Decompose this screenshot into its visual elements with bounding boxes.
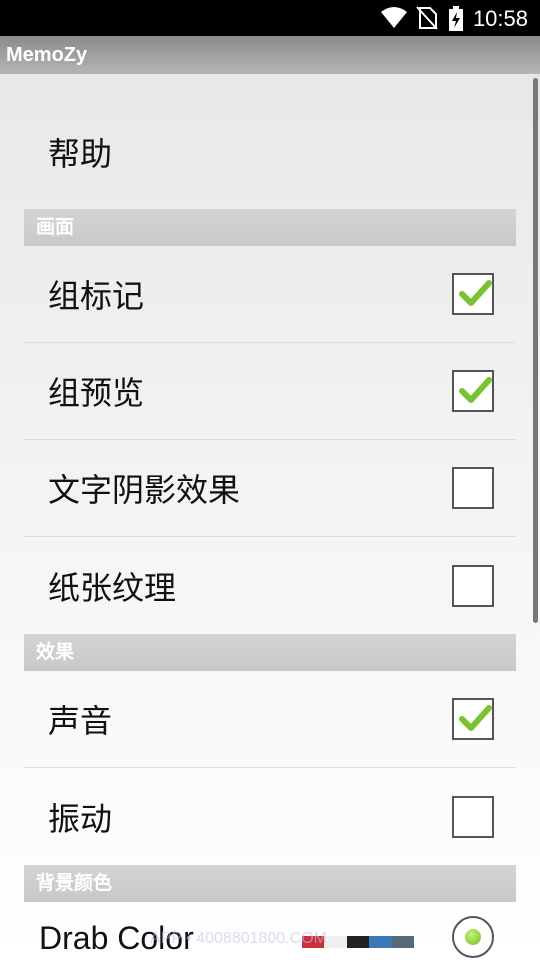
checkbox-text-shadow[interactable] <box>452 467 494 509</box>
checkmark-icon <box>459 377 492 403</box>
section-header-effects: 效果 <box>24 634 516 671</box>
pref-label: 声音 <box>48 702 113 740</box>
pref-label: 纸张纹理 <box>48 568 177 607</box>
radio-selected-dot <box>465 929 481 945</box>
pref-sound[interactable]: 声音 <box>24 671 516 768</box>
help-label: 帮助 <box>48 134 113 173</box>
section-header-background: 背景颜色 <box>24 865 516 902</box>
pref-vibration[interactable]: 振动 <box>24 768 516 865</box>
battery-charging-icon <box>448 6 464 36</box>
checkmark-icon <box>459 280 492 306</box>
pref-group-marks[interactable]: 组标记 <box>24 246 516 343</box>
scrollbar[interactable] <box>533 78 538 623</box>
pref-group-preview[interactable]: 组预览 <box>24 343 516 440</box>
swatch-blue <box>369 936 392 948</box>
checkbox-group-preview[interactable] <box>452 370 494 412</box>
checkbox-sound[interactable] <box>452 698 494 740</box>
swatch-black <box>346 936 370 948</box>
swatch-white <box>324 936 347 948</box>
pref-label: 组预览 <box>48 374 145 412</box>
clock: 10:58 <box>472 6 528 31</box>
no-sim-icon <box>416 6 438 34</box>
checkmark-icon <box>459 705 492 731</box>
watermark: APP • 4008801800.COM <box>150 930 327 947</box>
help-item[interactable]: 帮助 <box>24 74 516 209</box>
pref-text-shadow[interactable]: 文字阴影效果 <box>24 440 516 537</box>
pref-label: 文字阴影效果 <box>48 471 241 509</box>
checkbox-paper-texture[interactable] <box>452 564 494 607</box>
wifi-icon <box>380 6 408 34</box>
app-title: MemoZy <box>6 44 88 66</box>
settings-list: 帮助 画面 组标记 组预览 文字阴影效果 纸张纹理 效果 声音 振动 背景颜色 … <box>24 74 516 960</box>
pref-label: 振动 <box>48 799 113 838</box>
radio-drab-color[interactable] <box>452 916 494 958</box>
pref-label: 组标记 <box>48 277 145 315</box>
checkbox-group-marks[interactable] <box>452 273 494 315</box>
status-bar: 10:58 <box>0 0 540 36</box>
pref-paper-texture[interactable]: 纸张纹理 <box>24 537 516 634</box>
section-header-display: 画面 <box>24 209 516 246</box>
app-title-bar: MemoZy <box>0 36 540 74</box>
checkbox-vibration[interactable] <box>452 795 494 838</box>
swatch-slate <box>391 936 415 948</box>
